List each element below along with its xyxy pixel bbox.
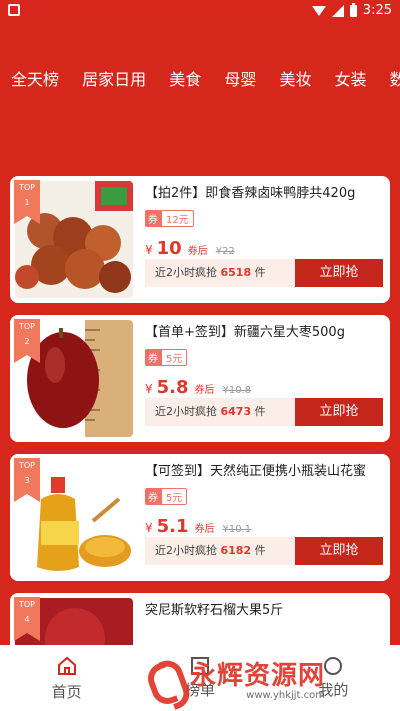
original-price: ¥22 (215, 246, 235, 257)
category-tabs: 全天榜 居家日用 美食 母婴 美妆 女装 数码 (0, 60, 400, 100)
product-card[interactable]: TOP 2 【首单+签到】新疆六星大枣500g 券 5元 ¥ 5.8 券后 ¥1… (10, 315, 390, 442)
rank-badge: TOP 3 (14, 458, 40, 502)
nav-home-label: 首页 (51, 682, 82, 701)
sales-info: 近2小时疯抢 6182 件 (145, 537, 295, 565)
watermark: 永辉资源网 www.yhkjjt.com (150, 648, 390, 708)
product-title: 突尼斯软籽石榴大果5斤 (145, 603, 284, 618)
original-price: ¥10.1 (222, 524, 252, 535)
sales-info: 近2小时疯抢 6518 件 (145, 259, 295, 287)
watermark-logo-icon (150, 658, 184, 698)
notification-icon (8, 4, 20, 16)
buy-now-button[interactable]: 立即抢 (295, 537, 383, 565)
watermark-brand: 永辉资源网 (190, 661, 326, 691)
rank-badge: TOP 4 (14, 597, 40, 641)
product-title: 【拍2件】即食香辣卤味鸭脖共420g (145, 186, 356, 201)
product-card[interactable]: TOP 3 【可签到】天然纯正便携小瓶装山花蜜 券 5元 ¥ 5.1 券后 ¥1… (10, 454, 390, 581)
price-row: ¥ 10 券后 ¥22 (145, 238, 235, 259)
coupon-price: 10 (156, 238, 182, 259)
tab-household[interactable]: 居家日用 (82, 60, 146, 100)
product-title: 【首单+签到】新疆六星大枣500g (145, 325, 345, 340)
price-row: ¥ 5.8 券后 ¥10.8 (145, 377, 252, 398)
coupon-badge: 券 5元 (145, 349, 188, 366)
coupon-price: 5.1 (156, 516, 189, 537)
product-title: 【可签到】天然纯正便携小瓶装山花蜜 (145, 464, 367, 479)
tab-digital[interactable]: 数码 (390, 60, 400, 100)
battery-icon (349, 2, 357, 17)
status-time: 3:25 (362, 3, 392, 18)
rank-badge: TOP 2 (14, 319, 40, 363)
tab-food[interactable]: 美食 (169, 60, 201, 100)
status-right: 3:25 (311, 2, 392, 18)
product-card[interactable]: TOP 1 【拍2件】即食香辣卤味鸭脖共420g 券 12元 ¥ 10 券后 ¥… (10, 176, 390, 303)
status-bar: 3:25 (0, 0, 400, 22)
coupon-price: 5.8 (156, 377, 189, 398)
buy-now-button[interactable]: 立即抢 (295, 398, 383, 426)
rank-badge: TOP 1 (14, 180, 40, 224)
wifi-icon (311, 5, 326, 16)
coupon-badge: 券 5元 (145, 488, 188, 505)
tab-all-day[interactable]: 全天榜 (11, 60, 59, 100)
buy-now-button[interactable]: 立即抢 (295, 259, 383, 287)
coupon-badge: 券 12元 (145, 210, 194, 227)
sales-info: 近2小时疯抢 6473 件 (145, 398, 295, 426)
price-row: ¥ 5.1 券后 ¥10.1 (145, 516, 252, 537)
home-icon (57, 656, 76, 675)
nav-home[interactable]: 首页 (0, 645, 133, 711)
original-price: ¥10.8 (222, 385, 252, 396)
tab-makeup[interactable]: 美妆 (279, 60, 311, 100)
tab-womens[interactable]: 女装 (335, 60, 367, 100)
tab-baby[interactable]: 母婴 (224, 60, 256, 100)
watermark-url: www.yhkjjt.com (246, 690, 326, 701)
product-list: TOP 1 【拍2件】即食香辣卤味鸭脖共420g 券 12元 ¥ 10 券后 ¥… (10, 176, 390, 711)
signal-icon (331, 4, 344, 17)
